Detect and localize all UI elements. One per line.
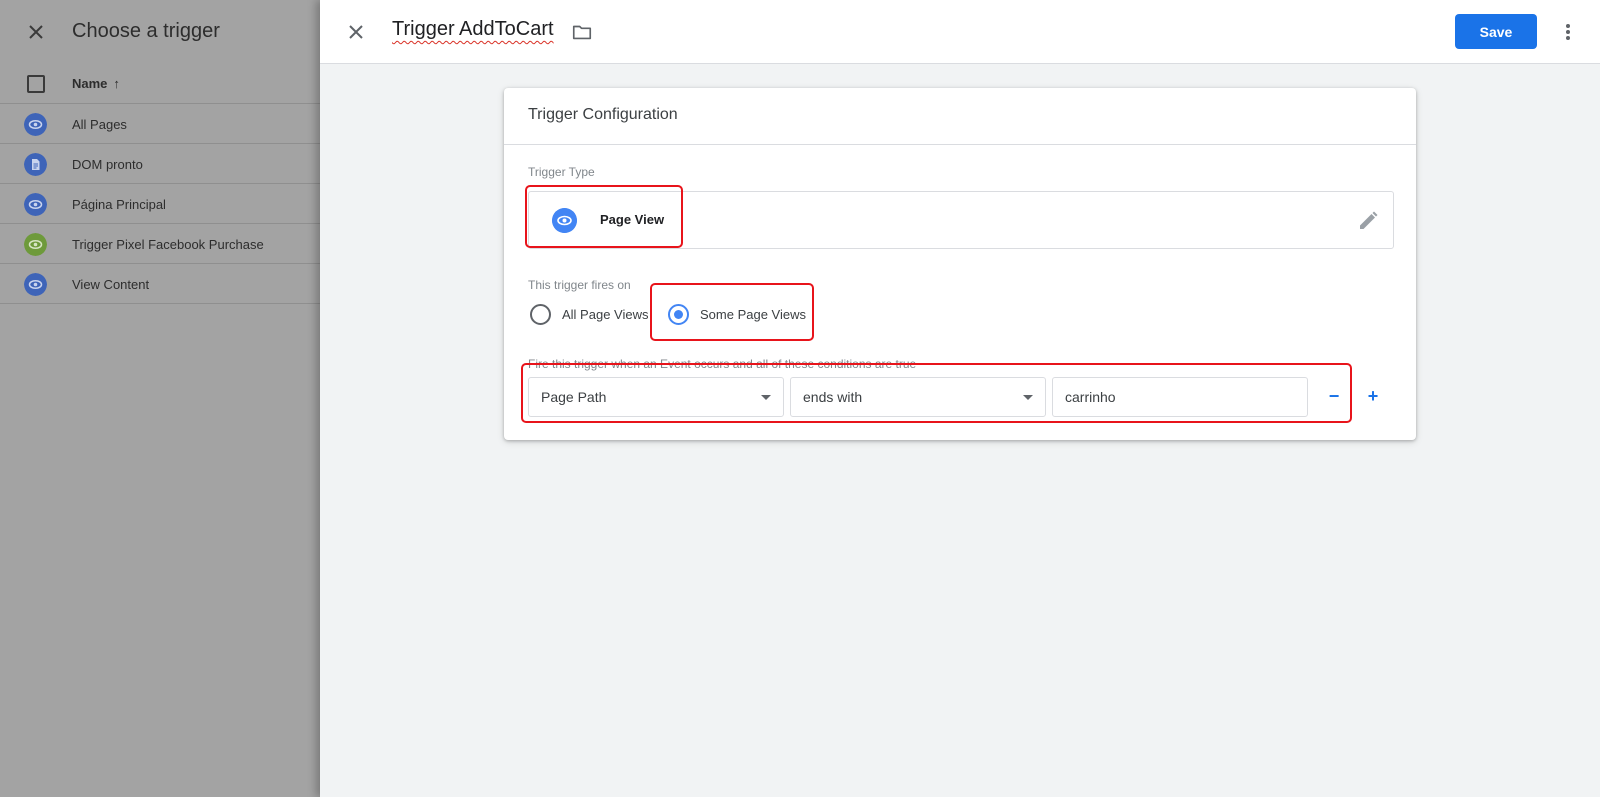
- trigger-picker-title: Choose a trigger: [72, 20, 220, 42]
- trigger-row-all-pages[interactable]: All Pages: [0, 104, 320, 144]
- trigger-picker-header: Choose a trigger: [0, 0, 320, 64]
- trigger-row-label: DOM pronto: [72, 157, 143, 172]
- select-all-checkbox[interactable]: [27, 75, 45, 93]
- operator-select[interactable]: ends with: [790, 377, 1046, 417]
- card-divider: [504, 144, 1416, 145]
- name-column-label: Name: [72, 76, 108, 91]
- trigger-row-label: Página Principal: [72, 197, 166, 212]
- dropdown-arrow-icon: [761, 395, 771, 400]
- variable-select[interactable]: Page Path: [528, 377, 784, 417]
- trigger-type-label: Trigger Type: [528, 165, 595, 179]
- more-vert-icon[interactable]: [1556, 20, 1580, 44]
- close-icon[interactable]: [344, 20, 368, 44]
- name-column-header[interactable]: Name ↑: [72, 76, 120, 91]
- trigger-row-pagina-principal[interactable]: Página Principal: [0, 184, 320, 224]
- close-icon[interactable]: [24, 20, 48, 44]
- eye-icon: [552, 208, 577, 233]
- variable-select-value: Page Path: [541, 389, 607, 405]
- remove-condition-button[interactable]: −: [1322, 384, 1346, 408]
- trigger-row-view-content[interactable]: View Content: [0, 264, 320, 304]
- radio-button-selected: [668, 304, 689, 325]
- trigger-row-label: Trigger Pixel Facebook Purchase: [72, 237, 264, 252]
- conditions-label: Fire this trigger when an Event occurs a…: [528, 357, 917, 371]
- trigger-configuration-card: Trigger Configuration Trigger Type Page …: [504, 88, 1416, 440]
- folder-icon[interactable]: [571, 21, 593, 43]
- trigger-row-label: All Pages: [72, 117, 127, 132]
- dropdown-arrow-icon: [1023, 395, 1033, 400]
- trigger-row-dom-pronto[interactable]: DOM pronto: [0, 144, 320, 184]
- condition-value-input[interactable]: [1052, 377, 1308, 417]
- trigger-editor-panel: Trigger AddToCart Save Trigger Configura…: [320, 0, 1600, 797]
- trigger-picker-panel: Choose a trigger Name ↑ All Pages DOM pro…: [0, 0, 320, 797]
- trigger-type-value: Page View: [600, 212, 665, 227]
- add-condition-button[interactable]: +: [1361, 384, 1385, 408]
- eye-icon: [24, 273, 47, 296]
- eye-icon: [24, 233, 47, 256]
- radio-dot: [674, 310, 683, 319]
- trigger-list-header: Name ↑: [0, 64, 320, 104]
- radio-label: Some Page Views: [700, 307, 806, 322]
- trigger-row-label: View Content: [72, 277, 150, 292]
- save-button[interactable]: Save: [1455, 14, 1537, 49]
- radio-some-page-views[interactable]: Some Page Views: [668, 303, 808, 327]
- sort-arrow-up-icon: ↑: [113, 76, 120, 91]
- card-title: Trigger Configuration: [528, 106, 678, 123]
- trigger-editor-header: Trigger AddToCart Save: [320, 0, 1600, 64]
- radio-label: All Page Views: [562, 307, 649, 322]
- pencil-icon[interactable]: [1356, 209, 1380, 233]
- radio-all-page-views[interactable]: All Page Views: [530, 303, 650, 327]
- operator-select-value: ends with: [803, 389, 863, 405]
- eye-icon: [24, 113, 47, 136]
- document-icon: [24, 153, 47, 176]
- fires-on-label: This trigger fires on: [528, 278, 631, 292]
- eye-icon: [24, 193, 47, 216]
- trigger-row-facebook-purchase[interactable]: Trigger Pixel Facebook Purchase: [0, 224, 320, 264]
- trigger-name-field[interactable]: Trigger AddToCart: [392, 18, 554, 41]
- trigger-type-selector[interactable]: Page View: [528, 191, 1394, 249]
- radio-button: [530, 304, 551, 325]
